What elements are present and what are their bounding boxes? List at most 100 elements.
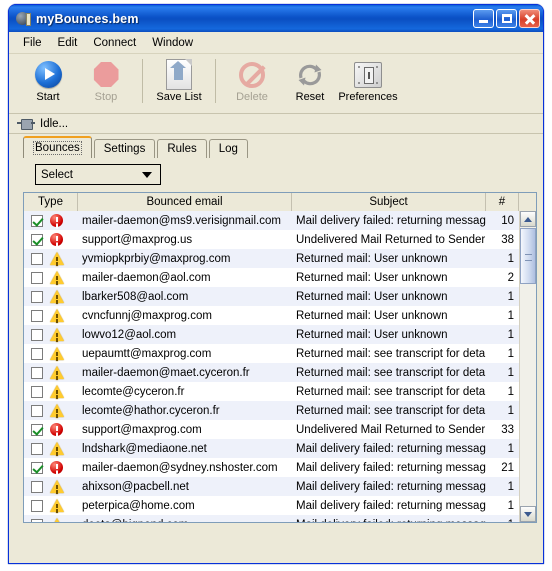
table-row[interactable]: lndshark@mediaone.net Mail delivery faile… [24,439,536,458]
status-text: Idle... [40,117,69,130]
start-button[interactable]: Start [19,58,77,103]
row-count: 38 [501,233,514,246]
table-row[interactable]: mailer-daemon@aol.com Returned mail: User… [24,268,536,287]
warning-icon [50,271,64,284]
row-checkbox[interactable] [31,404,43,417]
row-email: yvmiopkprbiy@maxprog.com [82,252,231,265]
row-checkbox[interactable] [31,366,43,379]
column-header-subject[interactable]: Subject [292,193,486,211]
row-checkbox[interactable] [31,385,43,398]
row-count: 1 [507,366,514,379]
table-row[interactable]: deeta@bigpond.comMail delivery failed: r… [24,515,536,522]
table-row[interactable]: ahixson@pacbell.net Mail delivery failed:… [24,477,536,496]
row-checkbox[interactable] [31,328,43,341]
row-type-cell [24,439,78,458]
row-count: 2 [507,271,514,284]
application-window: myBounces.bem File Edit Connect Window S… [8,4,544,564]
column-header-count[interactable]: # [486,193,519,211]
tab-log[interactable]: Log [208,139,248,158]
warning-icon [50,499,64,512]
toolbar-group-transport: Start Stop [19,58,135,103]
row-checkbox[interactable] [31,252,43,265]
table-row[interactable]: mailer-daemon@maet.cyceron.fr Returned ma… [24,363,536,382]
delete-button[interactable]: Delete [223,58,281,103]
row-checkbox[interactable] [31,442,43,455]
table-row[interactable]: yvmiopkprbiy@maxprog.com Returned mail: U… [24,249,536,268]
column-header-type[interactable]: Type [24,193,78,211]
row-checkbox[interactable] [31,499,43,512]
select-dropdown[interactable]: Select [35,164,161,185]
tab-log-label: Log [218,143,238,155]
row-type-cell [24,515,78,522]
error-icon [50,461,63,474]
row-checkbox[interactable] [31,309,43,322]
save-list-button[interactable]: Save List [150,58,208,103]
table-row[interactable]: mailer-daemon@sydney.nshoster.com Mail de… [24,458,536,477]
tab-bounces[interactable]: Bounces [23,136,92,158]
tab-settings[interactable]: Settings [93,139,156,158]
menu-item-file[interactable]: File [15,35,50,51]
table-row[interactable]: lecomte@cyceron.fr Returned mail: see tra… [24,382,536,401]
row-count: 1 [507,442,514,455]
connector-plug-icon [17,118,35,130]
scroll-down-button[interactable] [520,506,536,522]
row-checkbox[interactable] [31,347,43,360]
menu-item-connect[interactable]: Connect [85,35,144,51]
row-subject: Mail delivery failed: returning message … [296,480,486,493]
warning-icon [50,404,64,417]
warning-icon [50,328,64,341]
table-row[interactable]: support@maxprog.us Undelivered Mail Retur… [24,230,536,249]
row-checkbox[interactable] [31,480,43,493]
row-subject: Returned mail: see transcript for detail… [296,366,486,379]
close-button[interactable] [519,9,540,28]
row-subject: Returned mail: User unknown [296,328,448,341]
preferences-button[interactable]: Preferences [338,58,398,103]
scroll-up-button[interactable] [520,211,536,227]
row-count: 1 [486,515,519,523]
row-count: 1 [507,404,514,417]
menu-item-window[interactable]: Window [144,35,201,51]
minimize-button[interactable] [473,9,494,28]
row-subject: Returned mail: User unknown [296,252,448,265]
table-row[interactable]: lowvo12@aol.com Returned mail: User unkno… [24,325,536,344]
row-checkbox[interactable] [31,214,43,227]
row-checkbox[interactable] [31,271,43,284]
row-count: 1 [507,252,514,265]
column-header-bounced-email[interactable]: Bounced email [78,193,292,211]
row-checkbox[interactable] [31,233,43,246]
table-row[interactable]: cvncfunnj@maxprog.com Returned mail: User… [24,306,536,325]
table-row[interactable]: peterpica@home.com Mail delivery failed: … [24,496,536,515]
tab-bounces-label: Bounces [33,141,82,155]
row-subject: Returned mail: see transcript for detail… [296,347,486,360]
row-checkbox[interactable] [31,423,43,436]
warning-icon [50,290,64,303]
vertical-scrollbar[interactable] [519,211,536,522]
table-row[interactable]: mailer-daemon@ms9.verisignmail.com Mail d… [24,211,536,230]
table-row[interactable]: lbarker508@aol.com Returned mail: User un… [24,287,536,306]
row-checkbox[interactable] [31,290,43,303]
maximize-button[interactable] [496,9,517,28]
warning-icon [50,385,64,398]
row-checkbox[interactable] [31,461,43,474]
play-icon [34,58,62,91]
chevron-up-icon [524,216,532,222]
table-row[interactable]: support@maxprog.com Undelivered Mail Retu… [24,420,536,439]
row-subject: Returned mail: see transcript for detail… [296,385,486,398]
menu-bar: File Edit Connect Window [9,32,543,54]
row-checkbox[interactable] [31,518,43,522]
row-email: mailer-daemon@aol.com [82,271,211,284]
scrollbar-thumb[interactable] [520,228,536,284]
table-row[interactable]: lecomte@hathor.cyceron.fr Returned mail: … [24,401,536,420]
stop-button-label: Stop [94,91,118,103]
tab-rules[interactable]: Rules [157,139,207,158]
stop-button[interactable]: Stop [77,58,135,103]
bottom-status-bar [9,541,543,563]
warning-icon [50,366,64,379]
table-row[interactable]: uepaumtt@maxprog.com Returned mail: see t… [24,344,536,363]
row-email: lecomte@hathor.cyceron.fr [82,404,220,417]
title-bar: myBounces.bem [9,5,543,32]
menu-item-edit[interactable]: Edit [50,35,86,51]
row-email: mailer-daemon@sydney.nshoster.com [82,461,278,474]
reset-button[interactable]: Reset [281,58,339,103]
toolbar-group-actions: Delete Reset Preferences [223,58,398,103]
